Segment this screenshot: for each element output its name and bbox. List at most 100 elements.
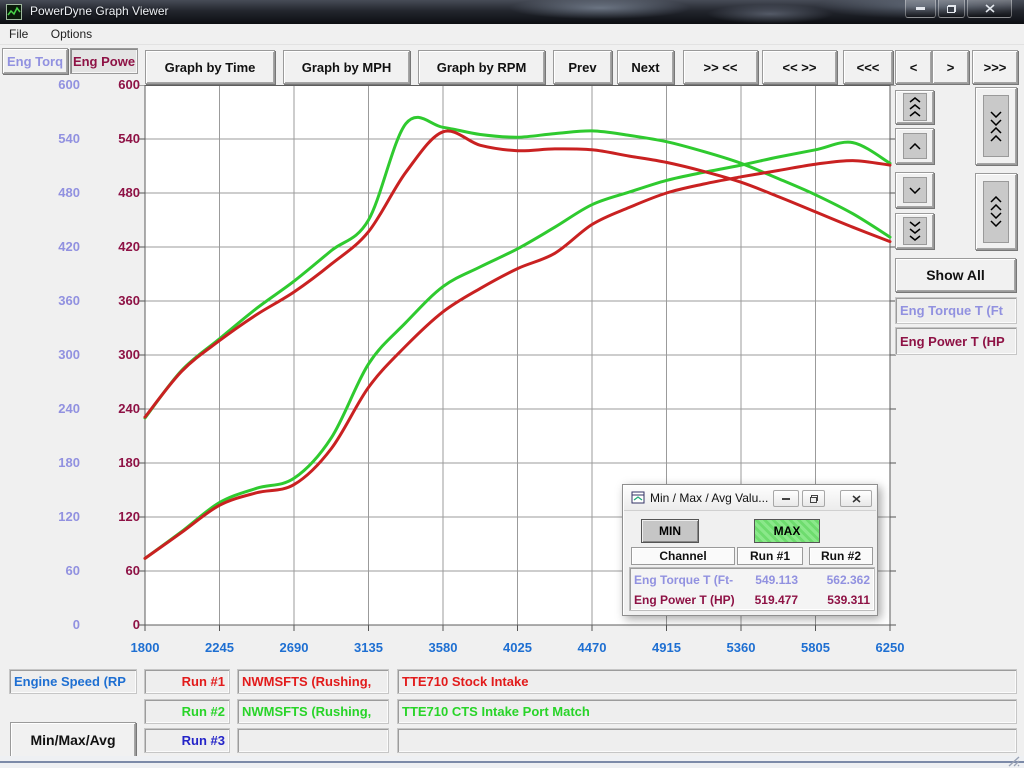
rpm-tick-label: 6250 [860,640,920,655]
title-bar[interactable]: PowerDyne Graph Viewer [0,0,1024,24]
power-tick-label: 420 [72,239,140,255]
torque-tick-label: 420 [12,239,80,255]
run3-label: Run #3 [144,728,230,753]
y-scale-down-button[interactable] [895,172,934,208]
power-tick-label: 60 [72,563,140,579]
torque-tick-label: 540 [12,131,80,147]
rpm-tick-label: 3135 [339,640,399,655]
y-scale-expand-up-button[interactable] [895,90,934,124]
dialog-close-button[interactable] [840,490,872,507]
x-axis-channel-field[interactable]: Engine Speed (RP [9,669,137,694]
run3-name-field[interactable] [237,728,389,753]
power-tick-label: 0 [72,617,140,633]
dialog-restore-icon [810,495,818,503]
resize-grip-icon[interactable] [1007,756,1021,767]
graph-by-mph-button[interactable]: Graph by MPH [283,50,410,84]
app-icon [6,4,22,20]
power-tick-label: 300 [72,347,140,363]
minmax-dialog-titlebar[interactable]: Min / Max / Avg Valu... [624,486,876,511]
chevron-down-icon [903,177,927,203]
expand-vertical-icon [983,181,1009,243]
graph-by-time-button[interactable]: Graph by Time [145,50,275,84]
run2-name-field[interactable]: NWMSFTS (Rushing, [237,699,389,724]
rpm-tick-label: 2690 [264,640,324,655]
minimize-button[interactable] [905,0,936,18]
minmax-avg-button[interactable]: Min/Max/Avg [10,722,136,758]
torque-tick-label: 60 [12,563,80,579]
power-tick-label: 600 [72,77,140,93]
tab-eng-torque[interactable]: Eng Torq [2,48,68,74]
zoom-in-x-button[interactable]: >> << [683,50,758,84]
tab-eng-power[interactable]: Eng Powe [70,48,138,74]
window-border [0,761,1024,763]
torque-channel-field[interactable]: Eng Torque T (Ft [895,297,1017,324]
max-toggle-button[interactable]: MAX [754,519,820,543]
dialog-minimize-button[interactable] [773,490,799,507]
torque-tick-label: 300 [12,347,80,363]
rpm-tick-label: 4915 [637,640,697,655]
column-header-channel[interactable]: Channel [631,547,735,565]
run2-description-field[interactable]: TTE710 CTS Intake Port Match [397,699,1017,724]
table-cell-value: 549.113 [734,572,798,588]
menu-file[interactable]: File [0,24,37,44]
power-channel-field[interactable]: Eng Power T (HP [895,327,1017,355]
rpm-tick-label: 1800 [115,640,175,655]
show-all-button[interactable]: Show All [895,258,1016,292]
rpm-tick-label: 5360 [711,640,771,655]
minmax-dialog[interactable]: Min / Max / Avg Valu... MIN MAX Channel … [622,484,878,616]
table-cell-value: 519.477 [734,592,798,608]
torque-tick-label: 0 [12,617,80,633]
min-toggle-button[interactable]: MIN [641,519,699,543]
rpm-tick-label: 4470 [562,640,622,655]
restore-icon [947,5,956,13]
graph-by-rpm-button[interactable]: Graph by RPM [418,50,545,84]
y-scale-up-button[interactable] [895,128,934,164]
triple-chevron-up-icon [903,93,927,121]
torque-tick-label: 360 [12,293,80,309]
run2-label: Run #2 [144,699,230,724]
power-tick-label: 120 [72,509,140,525]
power-tick-label: 360 [72,293,140,309]
torque-tick-label: 180 [12,455,80,471]
y-scale-expand-down-button[interactable] [895,213,934,249]
scroll-far-right-button[interactable]: >>> [972,50,1018,84]
table-cell-value: 539.311 [806,592,870,608]
run3-description-field[interactable] [397,728,1017,753]
torque-tick-label: 480 [12,185,80,201]
prev-button[interactable]: Prev [553,50,612,84]
window-title: PowerDyne Graph Viewer [30,4,169,18]
dialog-maximize-button[interactable] [802,490,825,507]
torque-tick-label: 120 [12,509,80,525]
run1-name-field[interactable]: NWMSFTS (Rushing, [237,669,389,694]
menu-options[interactable]: Options [42,24,101,44]
dialog-minimize-icon [782,498,790,500]
close-button[interactable] [967,0,1012,18]
rpm-tick-label: 4025 [488,640,548,655]
y-zoom-expand-button[interactable] [975,173,1017,250]
table-cell-channel: Eng Torque T (Ft- [634,572,736,588]
run1-label: Run #1 [144,669,230,694]
scroll-far-left-button[interactable]: <<< [843,50,893,84]
minmax-table: Eng Torque T (Ft- 549.113 562.362 Eng Po… [629,567,875,611]
y-zoom-collapse-button[interactable] [975,87,1017,165]
dialog-icon [631,491,645,504]
collapse-vertical-icon [983,95,1009,157]
rpm-tick-label: 3580 [413,640,473,655]
scroll-right-button[interactable]: > [932,50,969,84]
power-tick-label: 180 [72,455,140,471]
run1-description-field[interactable]: TTE710 Stock Intake [397,669,1017,694]
next-button[interactable]: Next [617,50,674,84]
scroll-left-button[interactable]: < [895,50,932,84]
table-cell-channel: Eng Power T (HP) [634,592,736,608]
power-tick-label: 240 [72,401,140,417]
menu-bar: File Options [0,24,1024,45]
maximize-button[interactable] [938,0,965,18]
rpm-tick-label: 2245 [190,640,250,655]
close-icon [985,4,995,13]
rpm-tick-label: 5805 [786,640,846,655]
column-header-run1[interactable]: Run #1 [737,547,803,565]
column-header-run2[interactable]: Run #2 [809,547,873,565]
minmax-dialog-title: Min / Max / Avg Valu... [650,491,768,505]
torque-tick-label: 600 [12,77,80,93]
zoom-out-x-button[interactable]: << >> [762,50,837,84]
